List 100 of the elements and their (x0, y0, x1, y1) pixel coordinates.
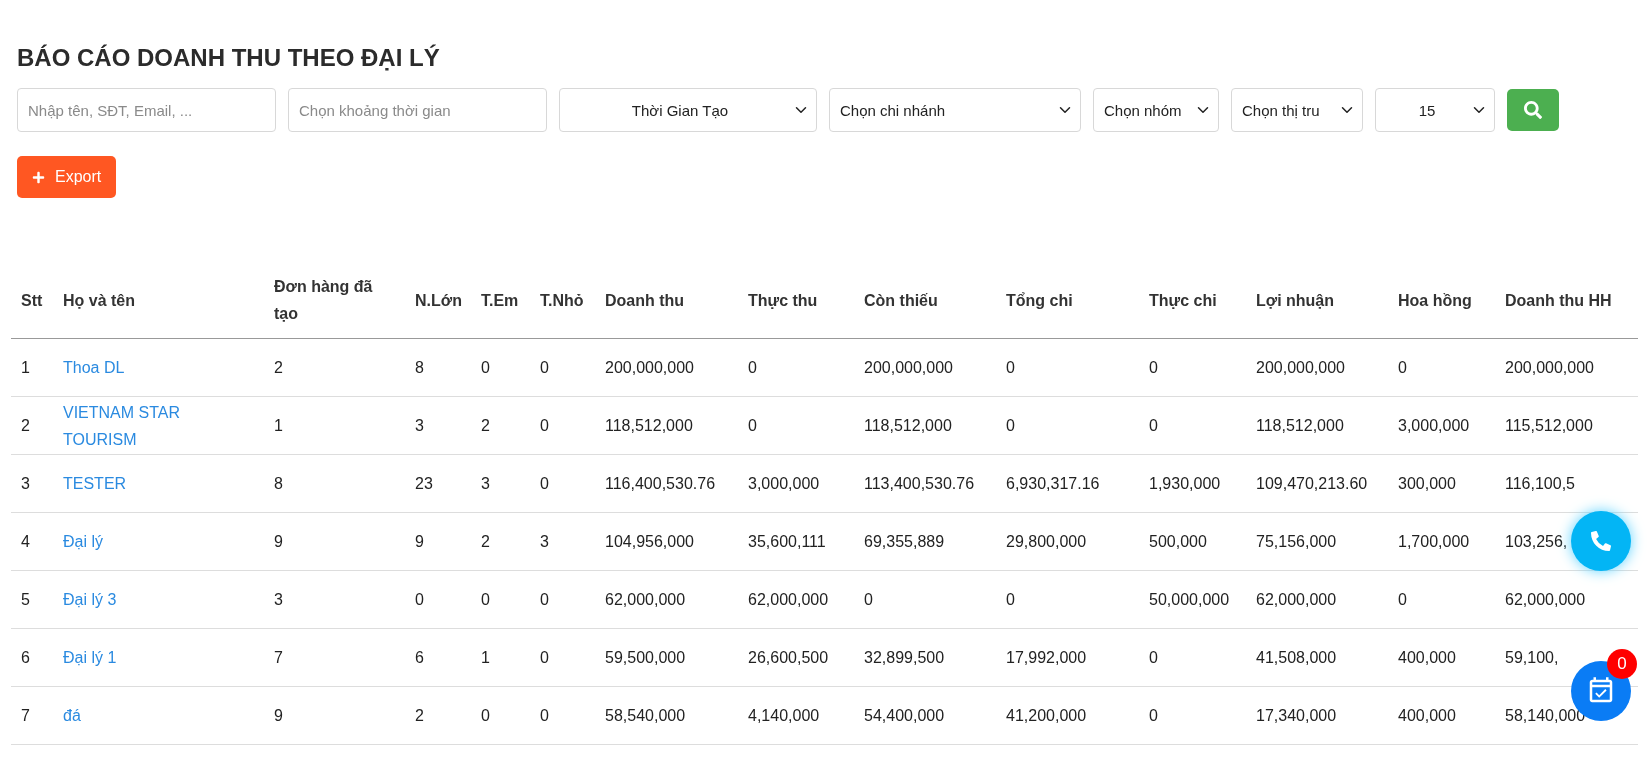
table-cell: 62,000,000 (1495, 570, 1638, 629)
table-cell: 1 (264, 396, 405, 455)
agent-link[interactable]: đá (63, 702, 81, 729)
table-cell: 1 (471, 628, 530, 687)
search-field[interactable]: Chọn khoảng thời gian (288, 88, 547, 132)
table-cell: 104,956,000 (595, 512, 738, 571)
table-cell: 0 (1139, 396, 1246, 455)
plus-icon (32, 170, 45, 184)
table-cell: 2 (471, 512, 530, 571)
table-cell: 4 (11, 512, 53, 571)
table-cell: 8 (264, 454, 405, 513)
table-cell: 109,470,213.60 (1246, 454, 1388, 513)
table-cell: 200,000,000 (595, 338, 738, 397)
table-cell: 17,340,000 (1246, 686, 1388, 745)
table-cell: 17,992,000 (996, 628, 1139, 687)
table-cell: 32,899,500 (854, 628, 996, 687)
column-header: Thực thu (738, 262, 854, 339)
table-cell: 400,000 (1388, 628, 1495, 687)
table-cell: 0 (471, 570, 530, 629)
table-cell: 300,000 (1388, 454, 1495, 513)
table-cell: 41,508,000 (1246, 628, 1388, 687)
table-cell: 0 (530, 338, 595, 397)
table-cell: 2 (11, 396, 53, 455)
table-cell: 69,355,889 (854, 512, 996, 571)
table-cell: 118,512,000 (1246, 396, 1388, 455)
table-cell: 0 (1139, 628, 1246, 687)
table-cell: 62,000,000 (1246, 570, 1388, 629)
table-cell: 7 (264, 628, 405, 687)
agent-link[interactable]: Thoa DL (63, 354, 125, 381)
table-cell: 6 (405, 628, 471, 687)
agent-link[interactable]: Đại lý 3 (63, 586, 117, 613)
dropdown[interactable]: 15 (1375, 88, 1495, 132)
table-cell: 29,800,000 (996, 512, 1139, 571)
table-cell: 62,000,000 (595, 570, 738, 629)
phone-icon (1591, 531, 1611, 551)
search-field[interactable]: Nhập tên, SĐT, Email, ... (17, 88, 276, 132)
table-cell: 23 (405, 454, 471, 513)
table-cell: 3 (11, 454, 53, 513)
table-cell: 41,200,000 (996, 686, 1139, 745)
table-cell: 0 (854, 570, 996, 629)
table-cell: 0 (1139, 686, 1246, 745)
column-header: Stt (11, 262, 53, 339)
table-cell: 3 (530, 512, 595, 571)
table-cell: 0 (1388, 570, 1495, 629)
phone-button[interactable] (1571, 511, 1631, 571)
notification-badge: 0 (1607, 649, 1637, 679)
table-cell: 58,540,000 (595, 686, 738, 745)
table-cell: 1,930,000 (1139, 454, 1246, 513)
table-cell: 0 (530, 454, 595, 513)
table-cell: 62,000,000 (738, 570, 854, 629)
table-cell: 2 (471, 396, 530, 455)
table-cell: 0 (996, 570, 1139, 629)
table-cell: 3 (264, 570, 405, 629)
table-cell: 0 (996, 396, 1139, 455)
column-header: N.Lớn (405, 262, 471, 339)
table-cell: 500,000 (1139, 512, 1246, 571)
table-cell: 0 (996, 338, 1139, 397)
table-cell: 6,930,317.16 (996, 454, 1139, 513)
table-cell: 200,000,000 (1495, 338, 1638, 397)
table-cell: 54,400,000 (854, 686, 996, 745)
table-cell: 26,600,500 (738, 628, 854, 687)
table-cell: 59,500,000 (595, 628, 738, 687)
dropdown[interactable]: Chọn chi nhánh (829, 88, 1081, 132)
table-cell: 1 (11, 338, 53, 397)
dropdown[interactable]: Chọn thị tru (1231, 88, 1363, 132)
agent-link[interactable]: TESTER (63, 470, 127, 497)
search-icon (1524, 101, 1542, 119)
table-cell: 9 (264, 686, 405, 745)
table-cell: 2 (405, 686, 471, 745)
table-cell: 113,400,530.76 (854, 454, 996, 513)
table-cell: 7 (11, 686, 53, 745)
table-cell: 50,000,000 (1139, 570, 1246, 629)
column-header: Doanh thu (595, 262, 738, 339)
agent-link[interactable]: VIETNAM STAR TOURISM (63, 398, 204, 453)
search-button[interactable] (1507, 89, 1559, 131)
table-cell: 35,600,111 (738, 512, 854, 571)
column-header: Hoa hồng (1388, 262, 1495, 339)
column-header: Doanh thu HH (1495, 262, 1638, 339)
table-cell: 0 (530, 396, 595, 455)
table-cell: 0 (530, 570, 595, 629)
table-cell: 0 (471, 686, 530, 745)
dropdown[interactable]: Thời Gian Tạo (559, 88, 817, 132)
column-header: Họ và tên (53, 262, 264, 339)
column-header: Tổng chi (996, 262, 1139, 339)
column-header: T.Em (471, 262, 530, 339)
table-cell: 0 (738, 338, 854, 397)
table-cell: 200,000,000 (854, 338, 996, 397)
table-cell: 115,512,000 (1495, 396, 1638, 455)
export-button[interactable]: Export (17, 156, 117, 198)
dropdown[interactable]: Chọn nhóm (1093, 88, 1219, 132)
column-header: Lợi nhuận (1246, 262, 1388, 339)
table-cell: 2 (264, 338, 405, 397)
table-cell: 118,512,000 (854, 396, 996, 455)
agent-link[interactable]: Đại lý 1 (63, 644, 117, 671)
table-cell: 116,400,530.76 (595, 454, 738, 513)
table-cell: 3,000,000 (738, 454, 854, 513)
table-cell: 116,100,5 (1495, 454, 1638, 513)
table-cell: 4,140,000 (738, 686, 854, 745)
agent-link[interactable]: Đại lý (63, 528, 103, 555)
table-cell: 6 (11, 628, 53, 687)
